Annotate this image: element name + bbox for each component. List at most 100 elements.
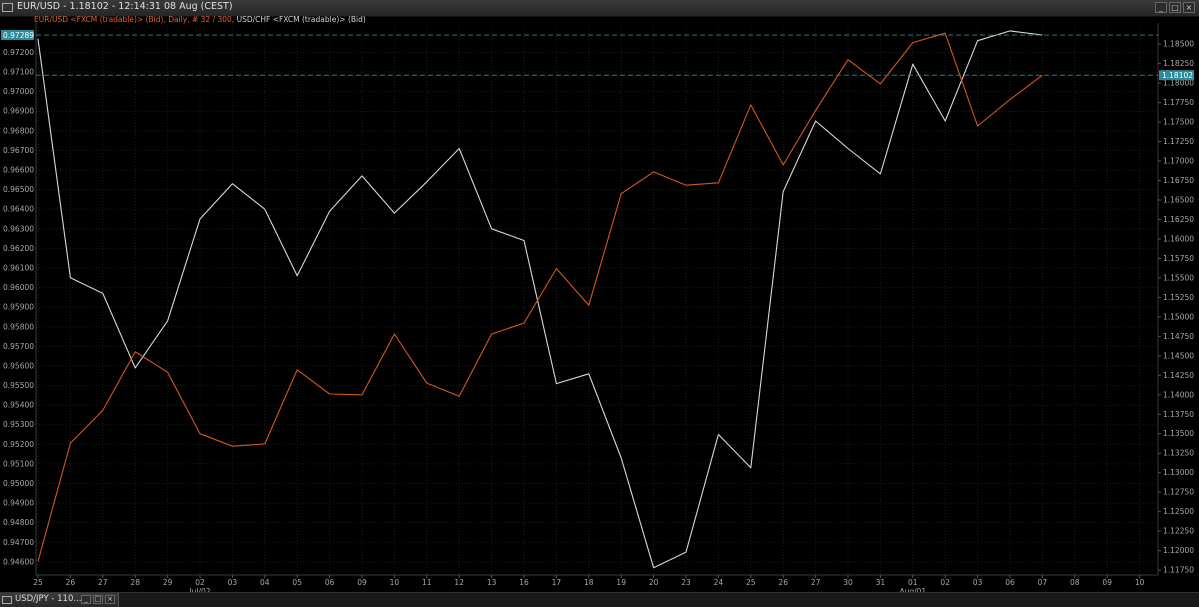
right-tick-label: 1.16250: [1163, 215, 1194, 224]
window-controls: _ □ ×: [1155, 2, 1195, 13]
minimized-window-label: USD/JPY - 110...: [15, 594, 82, 604]
right-tick-label: 1.17750: [1163, 98, 1194, 107]
close-button[interactable]: ×: [1183, 2, 1195, 13]
left-tick-label: 0.95900: [3, 303, 34, 312]
legend-eurusd: EUR/USD <FXCM (tradable)> (Bid), Daily, …: [34, 15, 235, 24]
x-tick-label: 12: [454, 578, 464, 587]
x-tick-label: 10: [390, 578, 400, 587]
right-tick-label: 1.12750: [1163, 488, 1194, 497]
minimize-button[interactable]: _: [1155, 2, 1167, 13]
x-tick-label: 28: [130, 578, 140, 587]
left-tick-label: 0.95500: [3, 381, 34, 390]
left-tick-label: 0.96600: [3, 166, 34, 175]
minimized-window-usdjpy[interactable]: USD/JPY - 110... _ □ ×: [0, 593, 119, 607]
left-tick-label: 0.95300: [3, 420, 34, 429]
x-tick-label: 19: [616, 578, 626, 587]
chart-window-icon: [2, 596, 12, 604]
left-tick-label: 0.94700: [3, 538, 34, 547]
x-tick-label: 27: [98, 578, 108, 587]
x-tick-label: 01: [908, 578, 918, 587]
x-tick-label: 03: [973, 578, 983, 587]
left-tick-label: 0.96400: [3, 205, 34, 214]
right-tick-label: 1.15500: [1163, 273, 1194, 282]
window-title: EUR/USD - 1.18102 - 12:14:31 08 Aug (CES…: [17, 1, 233, 12]
x-tick-label: 20: [649, 578, 659, 587]
left-tick-label: 0.96500: [3, 185, 34, 194]
x-tick-label: 04: [260, 578, 270, 587]
right-tick-label: 1.15250: [1163, 293, 1194, 302]
x-tick-label: 13: [487, 578, 497, 587]
x-tick-label: 06: [1005, 578, 1015, 587]
right-tick-label: 1.14000: [1163, 390, 1194, 399]
left-tick-label: 0.95800: [3, 322, 34, 331]
left-tick-label: 0.97200: [3, 48, 34, 57]
minimized-window-controls: _ □ ×: [81, 595, 115, 604]
x-tick-label: 09: [357, 578, 367, 587]
x-tick-label: 27: [811, 578, 821, 587]
right-tick-label: 1.17500: [1163, 118, 1194, 127]
x-tick-label: 09: [1102, 578, 1112, 587]
right-tick-label: 1.12500: [1163, 507, 1194, 516]
left-tick-label: 0.97100: [3, 68, 34, 77]
left-tick-label: 0.94900: [3, 499, 34, 508]
right-tick-label: 1.17250: [1163, 137, 1194, 146]
x-tick-label: 26: [66, 578, 76, 587]
right-tick-label: 1.13250: [1163, 449, 1194, 458]
right-tick-label: 1.17000: [1163, 157, 1194, 166]
x-tick-label: 16: [519, 578, 529, 587]
window-taskbar: USD/JPY - 110... _ □ ×: [0, 592, 1199, 607]
left-tick-label: 0.96800: [3, 126, 34, 135]
x-tick-label: 02: [195, 578, 205, 587]
right-tick-label: 1.16000: [1163, 234, 1194, 243]
x-tick-label: 02: [940, 578, 950, 587]
right-tick-label: 1.15000: [1163, 312, 1194, 321]
left-tick-label: 0.95600: [3, 361, 34, 370]
chart-legend: EUR/USD <FXCM (tradable)> (Bid), Daily, …: [34, 15, 366, 24]
left-tick-label: 0.96700: [3, 146, 34, 155]
left-tick-label: 0.96000: [3, 283, 34, 292]
legend-usdchf: USD/CHF <FXCM (tradable)> (Bid): [236, 15, 366, 24]
x-tick-label: 23: [681, 578, 691, 587]
right-tick-label: 1.12250: [1163, 527, 1194, 536]
close-button[interactable]: ×: [105, 595, 115, 604]
chart-grid: [0, 16, 1199, 592]
left-tick-label: 0.94800: [3, 518, 34, 527]
x-tick-label: 10: [1135, 578, 1145, 587]
x-tick-label: 17: [552, 578, 562, 587]
maximize-button[interactable]: □: [93, 595, 103, 604]
x-tick-label: 30: [843, 578, 853, 587]
left-tick-label: 0.94600: [3, 557, 34, 566]
x-tick-label: 25: [746, 578, 756, 587]
right-tick-label: 1.14750: [1163, 332, 1194, 341]
x-tick-label: 18: [584, 578, 594, 587]
right-tick-label: 1.12000: [1163, 546, 1194, 555]
right-tick-label: 1.13750: [1163, 410, 1194, 419]
right-tick-label: 1.14250: [1163, 371, 1194, 380]
right-tick-label: 1.16750: [1163, 176, 1194, 185]
usdchf-last-value: 0.97289: [3, 31, 34, 40]
left-tick-label: 0.95700: [3, 342, 34, 351]
left-tick-label: 0.96300: [3, 224, 34, 233]
x-tick-label: 25: [33, 578, 43, 587]
left-tick-label: 0.95000: [3, 479, 34, 488]
right-tick-label: 1.15750: [1163, 254, 1194, 263]
x-tick-label: 29: [163, 578, 173, 587]
maximize-button[interactable]: □: [1169, 2, 1181, 13]
right-tick-label: 1.13500: [1163, 429, 1194, 438]
x-tick-label: 11: [422, 578, 432, 587]
x-tick-label: 03: [228, 578, 238, 587]
restore-button[interactable]: _: [81, 595, 91, 604]
x-tick-label: 08: [1070, 578, 1080, 587]
right-tick-label: 1.18500: [1163, 40, 1194, 49]
left-tick-label: 0.95100: [3, 459, 34, 468]
right-tick-label: 1.13000: [1163, 468, 1194, 477]
x-tick-label: 07: [1038, 578, 1048, 587]
x-tick-label: 26: [778, 578, 788, 587]
right-tick-label: 1.11750: [1163, 566, 1194, 575]
left-tick-label: 0.96100: [3, 263, 34, 272]
eurusd-last-value: 1.18102: [1162, 71, 1193, 80]
right-tick-label: 1.14500: [1163, 351, 1194, 360]
x-tick-label: 06: [325, 578, 335, 587]
left-tick-label: 0.95400: [3, 401, 34, 410]
price-chart[interactable]: 0.97200 0.97100 0.97000 0.96900 0.96800 0.967…: [0, 0, 1199, 606]
